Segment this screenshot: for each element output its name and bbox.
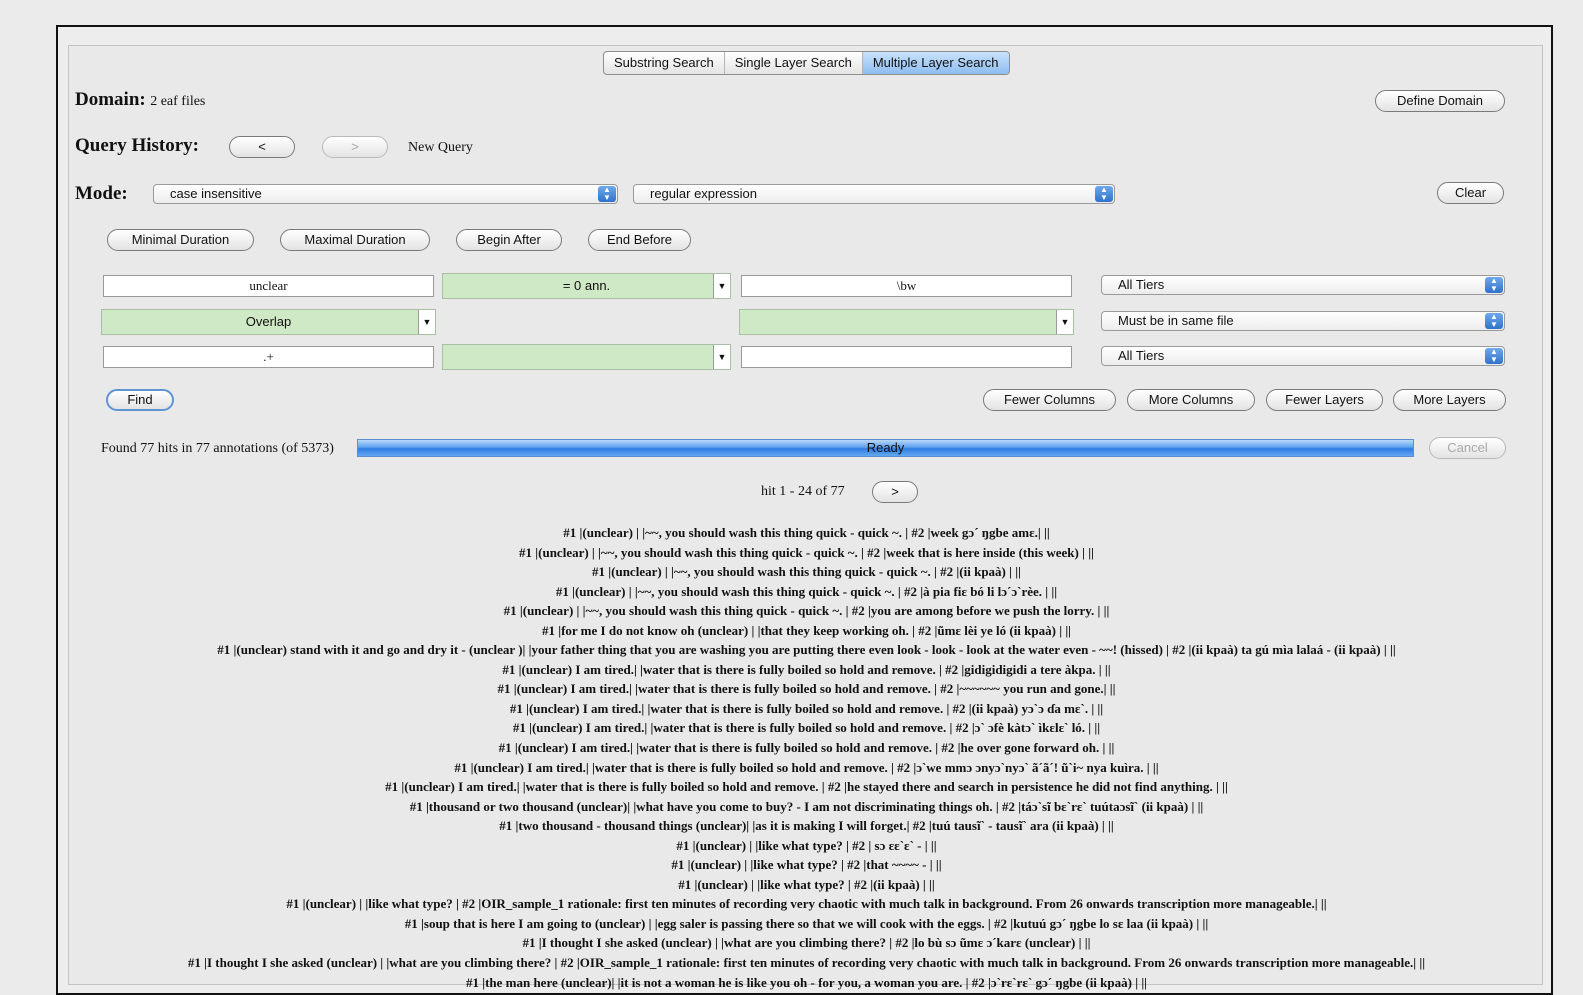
more-layers-button[interactable]: More Layers bbox=[1393, 389, 1506, 411]
domain-row: Domain: 2 eaf files bbox=[75, 89, 205, 111]
begin-after-button[interactable]: Begin After bbox=[456, 229, 562, 251]
select-arrows-icon: ▲ ▼ bbox=[1095, 186, 1113, 202]
result-row[interactable]: #1 |(unclear) | |~~, you should wash thi… bbox=[69, 582, 1544, 602]
result-row[interactable]: #1 |(unclear) I am tired.| |water that i… bbox=[69, 660, 1544, 680]
domain-value: 2 eaf files bbox=[150, 94, 206, 109]
find-button[interactable]: Find bbox=[106, 389, 174, 411]
next-page-button[interactable]: > bbox=[872, 481, 918, 503]
result-row[interactable]: #1 |(unclear) I am tired.| |water that i… bbox=[69, 777, 1544, 797]
result-row[interactable]: #1 |(unclear) | |like what type? | #2 |t… bbox=[69, 855, 1544, 875]
hit-range-text: hit 1 - 24 of 77 bbox=[761, 484, 845, 499]
tab-single-layer-search[interactable]: Single Layer Search bbox=[725, 52, 863, 74]
result-row[interactable]: #1 |(unclear) I am tired.| |water that i… bbox=[69, 699, 1544, 719]
search-progress-bar: Ready bbox=[357, 439, 1414, 457]
result-row[interactable]: #1 |(unclear) | |like what type? | #2 |(… bbox=[69, 875, 1544, 895]
result-row[interactable]: #1 |I thought I she asked (unclear) | |w… bbox=[69, 933, 1544, 953]
file-scope-select[interactable]: Must be in same file ▲ ▼ bbox=[1101, 311, 1505, 331]
result-row[interactable]: #1 |(unclear) I am tired.| |water that i… bbox=[69, 758, 1544, 778]
fewer-layers-button[interactable]: Fewer Layers bbox=[1266, 389, 1383, 411]
results-list: #1 |(unclear) | |~~, you should wash thi… bbox=[69, 523, 1544, 992]
result-row[interactable]: #1 |I thought I she asked (unclear) | |w… bbox=[69, 953, 1544, 973]
tier-select-r1[interactable]: All Tiers ▲ ▼ bbox=[1101, 275, 1505, 295]
result-row[interactable]: #1 |(unclear) | |like what type? | #2 | … bbox=[69, 836, 1544, 856]
minimal-duration-button[interactable]: Minimal Duration bbox=[107, 229, 254, 251]
fewer-columns-button[interactable]: Fewer Columns bbox=[983, 389, 1116, 411]
pattern-field-r3c2[interactable] bbox=[741, 346, 1072, 368]
chevron-down-icon: ▼ bbox=[418, 310, 435, 334]
vertical-relation-select-c2[interactable]: ▼ bbox=[739, 309, 1074, 335]
result-row[interactable]: #1 |thousand or two thousand (unclear)| … bbox=[69, 797, 1544, 817]
result-row[interactable]: #1 |two thousand - thousand things (uncl… bbox=[69, 816, 1544, 836]
case-sensitivity-value: case insensitive bbox=[170, 186, 262, 201]
pattern-field-r3c1[interactable]: .+ bbox=[103, 346, 434, 368]
search-panel: Substring Search Single Layer Search Mul… bbox=[68, 45, 1543, 990]
result-row[interactable]: #1 |for me I do not know oh (unclear) | … bbox=[69, 621, 1544, 641]
history-forward-button[interactable]: > bbox=[322, 136, 388, 158]
file-scope-value: Must be in same file bbox=[1118, 313, 1234, 328]
domain-label: Domain: bbox=[75, 89, 146, 110]
result-row[interactable]: #1 |(unclear) I am tired.| |water that i… bbox=[69, 738, 1544, 758]
relation-value-r1: = 0 ann. bbox=[562, 278, 611, 293]
result-row[interactable]: #1 |(unclear) stand with it and go and d… bbox=[69, 640, 1544, 660]
result-row[interactable]: #1 |(unclear) I am tired.| |water that i… bbox=[69, 718, 1544, 738]
tier-select-r3[interactable]: All Tiers ▲ ▼ bbox=[1101, 346, 1505, 366]
result-row[interactable]: #1 |(unclear) I am tired.| |water that i… bbox=[69, 679, 1544, 699]
chevron-down-icon: ▼ bbox=[713, 345, 730, 369]
search-mode-tabs: Substring Search Single Layer Search Mul… bbox=[603, 51, 1010, 75]
found-hits-text: Found 77 hits in 77 annotations (of 5373… bbox=[101, 441, 334, 456]
tab-multiple-layer-search[interactable]: Multiple Layer Search bbox=[862, 52, 1009, 74]
chevron-down-icon: ▼ bbox=[1056, 310, 1073, 334]
define-domain-button[interactable]: Define Domain bbox=[1375, 90, 1505, 112]
select-arrows-icon: ▲ ▼ bbox=[1485, 277, 1503, 293]
clear-button[interactable]: Clear bbox=[1437, 182, 1504, 204]
tier-value-r3: All Tiers bbox=[1118, 348, 1165, 363]
chevron-down-icon: ▼ bbox=[713, 274, 730, 298]
result-row[interactable]: #1 |(unclear) | |~~, you should wash thi… bbox=[69, 601, 1544, 621]
new-query-label: New Query bbox=[408, 140, 473, 155]
select-arrows-icon: ▲ ▼ bbox=[598, 186, 616, 202]
query-history-label: Query History: bbox=[75, 135, 200, 156]
select-arrows-icon: ▲ ▼ bbox=[1485, 313, 1503, 329]
result-row[interactable]: #1 |soup that is here I am going to (unc… bbox=[69, 914, 1544, 934]
progress-status-text: Ready bbox=[866, 440, 905, 455]
select-arrows-icon: ▲ ▼ bbox=[1485, 348, 1503, 364]
history-back-button[interactable]: < bbox=[229, 136, 295, 158]
tier-value-r1: All Tiers bbox=[1118, 277, 1165, 292]
vertical-relation-value-c1: Overlap bbox=[245, 314, 292, 329]
more-columns-button[interactable]: More Columns bbox=[1127, 389, 1255, 411]
vertical-relation-select-c1[interactable]: Overlap ▼ bbox=[101, 309, 436, 335]
relation-select-r1[interactable]: = 0 ann. ▼ bbox=[442, 273, 731, 299]
result-row[interactable]: #1 |the man here (unclear)| |it is not a… bbox=[69, 973, 1544, 993]
pattern-field-r1c1[interactable]: unclear bbox=[103, 275, 434, 297]
result-row[interactable]: #1 |(unclear) | |~~, you should wash thi… bbox=[69, 523, 1544, 543]
maximal-duration-button[interactable]: Maximal Duration bbox=[280, 229, 430, 251]
end-before-button[interactable]: End Before bbox=[588, 229, 691, 251]
result-row[interactable]: #1 |(unclear) | |like what type? | #2 |O… bbox=[69, 894, 1544, 914]
relation-select-r3[interactable]: ▼ bbox=[442, 344, 731, 370]
case-sensitivity-select[interactable]: case insensitive ▲ ▼ bbox=[153, 184, 618, 204]
cancel-button[interactable]: Cancel bbox=[1429, 437, 1506, 459]
search-window: Substring Search Single Layer Search Mul… bbox=[56, 25, 1553, 995]
pattern-field-r1c2[interactable]: \bw bbox=[741, 275, 1072, 297]
tab-substring-search[interactable]: Substring Search bbox=[604, 52, 725, 74]
query-type-select[interactable]: regular expression ▲ ▼ bbox=[633, 184, 1115, 204]
mode-label: Mode: bbox=[75, 183, 128, 204]
query-type-value: regular expression bbox=[650, 186, 757, 201]
result-row[interactable]: #1 |(unclear) | |~~, you should wash thi… bbox=[69, 543, 1544, 563]
result-row[interactable]: #1 |(unclear) | |~~, you should wash thi… bbox=[69, 562, 1544, 582]
